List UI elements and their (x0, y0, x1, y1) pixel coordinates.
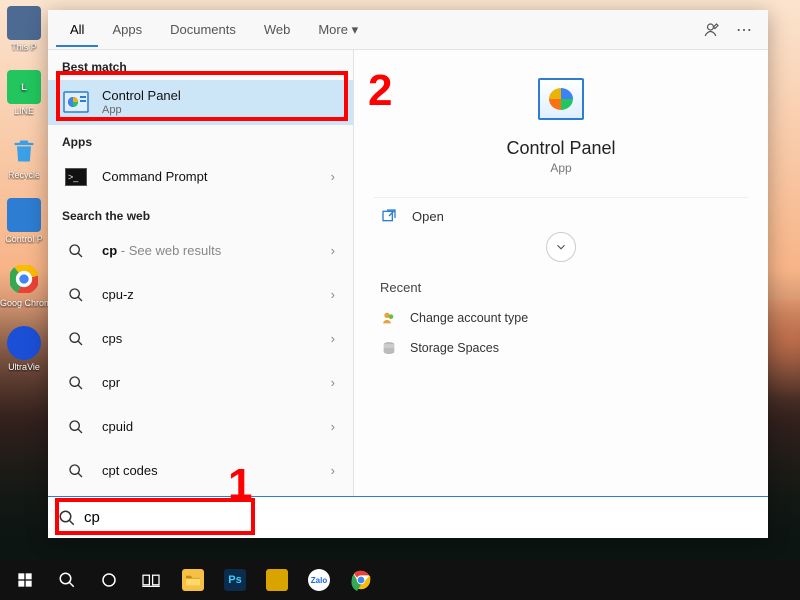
web-result[interactable]: cpuid › (48, 405, 353, 449)
results-list: Best match Control Panel App Apps >_ Com… (48, 50, 354, 496)
preview-title: Control Panel (506, 138, 615, 159)
search-icon (62, 369, 90, 397)
chevron-right-icon[interactable]: › (327, 243, 339, 258)
web-result[interactable]: cpr › (48, 361, 353, 405)
preview-subtitle: App (550, 161, 571, 175)
open-icon (380, 208, 398, 224)
taskbar-chrome[interactable] (342, 562, 380, 598)
search-icon (62, 325, 90, 353)
recent-item[interactable]: Change account type (374, 303, 748, 333)
chevron-right-icon[interactable]: › (327, 169, 339, 184)
chevron-right-icon[interactable]: › (327, 331, 339, 346)
result-subtitle: App (102, 104, 339, 117)
command-prompt-icon: >_ (62, 163, 90, 191)
taskbar: Ps Zalo (0, 560, 800, 600)
user-accounts-icon (380, 309, 398, 327)
web-result[interactable]: cpap machine › (48, 493, 353, 496)
expand-more-button[interactable] (546, 232, 576, 262)
feedback-icon[interactable] (696, 14, 728, 46)
taskbar-photoshop[interactable]: Ps (216, 562, 254, 598)
taskbar-app-yellow[interactable] (258, 562, 296, 598)
storage-spaces-icon (380, 339, 398, 357)
tab-all[interactable]: All (56, 12, 98, 47)
search-icon (62, 237, 90, 265)
result-title: Control Panel (102, 88, 339, 104)
search-icon (58, 509, 76, 527)
taskbar-zalo[interactable]: Zalo (300, 562, 338, 598)
chevron-right-icon[interactable]: › (327, 463, 339, 478)
preview-recent-label: Recent (380, 280, 421, 295)
web-result[interactable]: cps › (48, 317, 353, 361)
section-apps: Apps (48, 125, 353, 155)
tab-apps[interactable]: Apps (98, 12, 156, 47)
search-input[interactable] (84, 509, 758, 526)
desktop-icon-chrome[interactable]: Goog Chrom (0, 256, 48, 320)
section-best-match: Best match (48, 50, 353, 80)
taskbar-file-explorer[interactable] (174, 562, 212, 598)
chevron-right-icon[interactable]: › (327, 419, 339, 434)
chevron-down-icon: ▾ (352, 22, 359, 37)
desktop-icon-control-panel[interactable]: Control P (0, 192, 48, 256)
start-search-panel: All Apps Documents Web More ▾ ⋯ Best mat… (48, 10, 768, 538)
search-tabs: All Apps Documents Web More ▾ ⋯ (48, 10, 768, 50)
desktop-icon-recycle-bin[interactable]: Recycle (0, 128, 48, 192)
section-search-web: Search the web (48, 199, 353, 229)
task-view-icon[interactable] (132, 562, 170, 598)
chevron-right-icon[interactable]: › (327, 375, 339, 390)
control-panel-icon (62, 88, 90, 116)
desktop-icon-line[interactable]: LLINE (0, 64, 48, 128)
web-result[interactable]: cpt codes › (48, 449, 353, 493)
tab-more[interactable]: More ▾ (304, 12, 372, 48)
desktop-icon-this-pc[interactable]: This P (0, 0, 48, 64)
result-command-prompt[interactable]: >_ Command Prompt › (48, 155, 353, 199)
start-button[interactable] (6, 562, 44, 598)
search-icon (62, 413, 90, 441)
search-box-row (48, 496, 768, 538)
desktop-icon-ultraviewer[interactable]: UltraVie (0, 320, 48, 384)
tab-web[interactable]: Web (250, 12, 305, 47)
result-control-panel[interactable]: Control Panel App (48, 80, 353, 125)
preview-pane: Control Panel App Open Recent Change acc… (354, 50, 768, 496)
recent-item[interactable]: Storage Spaces (374, 333, 748, 363)
control-panel-large-icon (538, 78, 584, 120)
search-icon (62, 281, 90, 309)
web-result[interactable]: cpu-z › (48, 273, 353, 317)
desktop-icons: This P LLINE Recycle Control P Goog Chro… (0, 0, 50, 560)
chevron-right-icon[interactable]: › (327, 287, 339, 302)
tab-documents[interactable]: Documents (156, 12, 250, 47)
more-options-icon[interactable]: ⋯ (728, 14, 760, 46)
search-icon (62, 457, 90, 485)
web-result[interactable]: cp - See web results › (48, 229, 353, 273)
preview-open[interactable]: Open (374, 197, 748, 234)
taskbar-search-icon[interactable] (48, 562, 86, 598)
cortana-icon[interactable] (90, 562, 128, 598)
